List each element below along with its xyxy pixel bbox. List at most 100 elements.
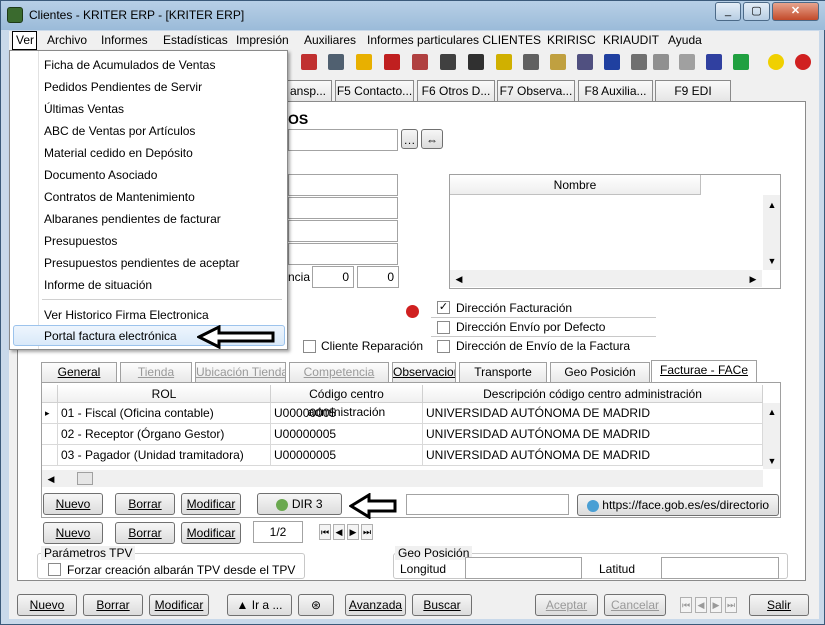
tab-general[interactable]: General <box>41 362 117 382</box>
minimize-button[interactable]: _ <box>715 2 741 21</box>
numbers-icon[interactable] <box>468 54 484 70</box>
tab-f8-auxilia[interactable]: F8 Auxilia... <box>578 80 653 102</box>
field-2-input[interactable] <box>288 197 398 219</box>
cell-rol[interactable]: 02 - Receptor (Órgano Gestor) <box>58 424 271 445</box>
menu-impresion[interactable]: Impresión <box>236 33 289 47</box>
last-page-icon[interactable]: ⏭ <box>361 524 373 540</box>
calendar-icon[interactable] <box>604 54 620 70</box>
ncia-input-1[interactable]: 0 <box>312 266 354 288</box>
tab-geo-posicion[interactable]: Geo Posición <box>550 362 650 382</box>
menu-item-ficha-acumulados[interactable]: Ficha de Acumulados de Ventas <box>44 58 215 72</box>
menu-item-pedidos-pendientes[interactable]: Pedidos Pendientes de Servir <box>44 80 202 94</box>
next-page-icon[interactable]: ▶ <box>347 524 359 540</box>
lightning-icon[interactable] <box>356 54 372 70</box>
menu-kririsc[interactable]: KRIRISC <box>547 33 596 47</box>
menu-item-ultimas-ventas[interactable]: Últimas Ventas <box>44 102 124 116</box>
face-nuevo-button[interactable]: Nuevo <box>43 493 103 515</box>
modificar-button[interactable]: Modificar <box>181 522 241 544</box>
scroll-left-icon[interactable]: ◀ <box>451 271 467 287</box>
binoculars-icon[interactable]: ⊛ <box>298 594 334 616</box>
menu-informes-particulares[interactable]: Informes particulares CLIENTES <box>367 33 541 47</box>
help-icon[interactable] <box>406 305 419 318</box>
edit-icon[interactable] <box>301 54 317 70</box>
file-icon[interactable] <box>653 54 669 70</box>
menu-ver[interactable]: Ver <box>16 33 34 47</box>
maximize-button[interactable]: ▢ <box>743 2 770 21</box>
hand-icon[interactable] <box>496 54 512 70</box>
tab-transporte-inner[interactable]: Transporte <box>459 362 547 382</box>
document-icon[interactable] <box>631 54 647 70</box>
tab-f6-otros[interactable]: F6 Otros D... <box>417 80 495 102</box>
field-4-input[interactable] <box>288 243 398 265</box>
menu-estadisticas[interactable]: Estadísticas <box>163 33 228 47</box>
cliente-reparacion-checkbox[interactable] <box>303 340 316 353</box>
menu-archivo[interactable]: Archivo <box>47 33 87 47</box>
menu-ayuda[interactable]: Ayuda <box>668 33 702 47</box>
lightbulb-icon[interactable] <box>768 54 784 70</box>
scroll-thumb[interactable] <box>77 472 93 485</box>
cell-codigo[interactable]: U00000005 <box>271 424 423 445</box>
prev-page-icon[interactable]: ◀ <box>333 524 345 540</box>
document-list-icon[interactable] <box>440 54 456 70</box>
menu-item-historico-firma[interactable]: Ver Historico Firma Electronica <box>44 308 209 322</box>
nombre-header[interactable]: Nombre <box>450 175 701 195</box>
menu-item-informe-situacion[interactable]: Informe de situación <box>44 278 152 292</box>
tab-observaciones[interactable]: Observacione <box>392 362 456 382</box>
menu-item-contratos[interactable]: Contratos de Mantenimiento <box>44 190 195 204</box>
cell-codigo[interactable]: U00000005 <box>271 445 423 466</box>
dir3-button[interactable]: DIR 3 <box>257 493 342 515</box>
menu-item-presupuestos-pendientes[interactable]: Presupuestos pendientes de aceptar <box>44 256 239 270</box>
cell-rol[interactable]: 03 - Pagador (Unidad tramitadora) <box>58 445 271 466</box>
menu-item-presupuestos[interactable]: Presupuestos <box>44 234 117 248</box>
menu-item-material-cedido[interactable]: Material cedido en Depósito <box>44 146 193 160</box>
nombre-hscroll[interactable] <box>450 270 762 287</box>
bar-chart-icon[interactable] <box>384 54 400 70</box>
close-button[interactable]: ✕ <box>772 2 819 21</box>
face-modificar-button[interactable]: Modificar <box>181 493 241 515</box>
grid-header-descripcion[interactable]: Descripción código centro administración <box>423 385 763 403</box>
avanzada-button[interactable]: Avanzada <box>345 594 406 616</box>
grid-icon[interactable] <box>523 54 539 70</box>
printer-icon[interactable] <box>577 54 593 70</box>
field-1-input[interactable] <box>288 174 398 196</box>
tab-transporte[interactable]: ansp... <box>284 80 332 102</box>
swap-icon[interactable]: ⇔ <box>421 129 443 149</box>
ncia-input-2[interactable]: 0 <box>357 266 399 288</box>
dir-envio-defecto-checkbox[interactable] <box>437 321 450 334</box>
latitud-input[interactable] <box>661 557 779 579</box>
cancelar-button[interactable]: Cancelar <box>604 594 666 616</box>
cell-descripcion[interactable]: UNIVERSIDAD AUTÓNOMA DE MADRID <box>423 403 763 424</box>
calculator-icon[interactable] <box>328 54 344 70</box>
buscar-button[interactable]: Buscar <box>412 594 472 616</box>
borrar-button[interactable]: Borrar <box>115 522 175 544</box>
scroll-down-icon[interactable]: ▼ <box>764 453 780 469</box>
prev-record-icon[interactable]: ◀ <box>695 597 707 613</box>
tab-f5-contacto[interactable]: F5 Contacto... <box>335 80 414 102</box>
code-input[interactable] <box>288 129 398 151</box>
aceptar-button[interactable]: Aceptar <box>535 594 598 616</box>
first-record-icon[interactable]: ⏮ <box>680 597 692 613</box>
menu-item-documento-asociado[interactable]: Documento Asociado <box>44 168 157 182</box>
menu-informes[interactable]: Informes <box>101 33 148 47</box>
dir3-input[interactable] <box>406 494 569 515</box>
browse-button[interactable]: … <box>401 129 418 149</box>
field-3-input[interactable] <box>288 220 398 242</box>
longitud-input[interactable] <box>465 557 582 579</box>
cell-codigo[interactable]: U00000005 <box>271 403 423 424</box>
face-borrar-button[interactable]: Borrar <box>115 493 175 515</box>
scroll-down-icon[interactable]: ▼ <box>764 253 780 269</box>
cell-descripcion[interactable]: UNIVERSIDAD AUTÓNOMA DE MADRID <box>423 445 763 466</box>
menu-item-albaranes[interactable]: Albaranes pendientes de facturar <box>44 212 221 226</box>
paperclip-icon[interactable] <box>679 54 695 70</box>
tab-f9-edi[interactable]: F9 EDI <box>655 80 731 102</box>
dir-facturacion-checkbox[interactable]: ✓ <box>437 301 450 314</box>
dir-envio-factura-checkbox[interactable] <box>437 340 450 353</box>
tab-tienda[interactable]: Tienda <box>120 362 192 382</box>
face-link-button[interactable]: https://face.gob.es/es/directorio <box>577 494 779 516</box>
ir-a-button[interactable]: ▲ Ir a ... <box>227 594 292 616</box>
toolbox-icon[interactable] <box>412 54 428 70</box>
scroll-right-icon[interactable]: ▶ <box>745 271 761 287</box>
first-page-icon[interactable]: ⏮ <box>319 524 331 540</box>
tab-competencia[interactable]: Competencia <box>289 362 389 382</box>
main-modificar-button[interactable]: Modificar <box>149 594 209 616</box>
